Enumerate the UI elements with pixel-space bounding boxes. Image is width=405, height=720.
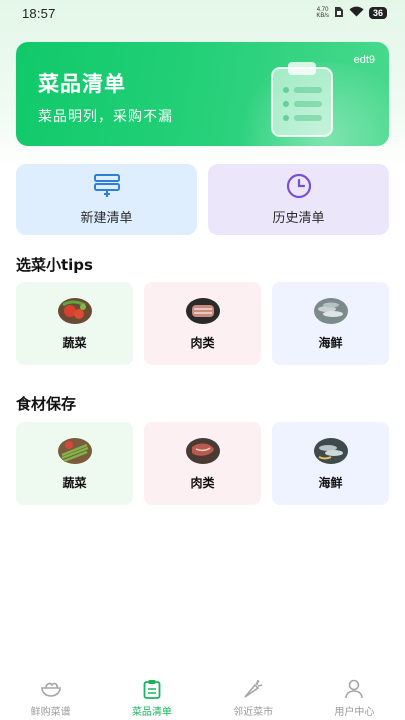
- banner-code: edt9: [353, 54, 375, 66]
- status-indicators: 4.70 KB/s 36: [316, 6, 387, 21]
- clock-icon: [286, 173, 312, 199]
- tips-tile-seafood-label: 海鲜: [318, 336, 343, 350]
- seafood-storage-photo-icon: [313, 437, 349, 465]
- sim-icon: [334, 6, 344, 21]
- network-speed: 4.70 KB/s: [316, 7, 329, 19]
- meat-storage-photo-icon: [185, 437, 221, 465]
- status-bar: 18:57 4.70 KB/s 36: [0, 0, 405, 26]
- nav-item-user-center[interactable]: 用户中心: [304, 672, 405, 720]
- hero-banner: 菜品清单 菜品明列，采购不漏 edt9: [16, 42, 389, 146]
- banner-title: 菜品清单: [38, 72, 126, 96]
- clipboard-icon: [143, 678, 161, 700]
- network-speed-unit: KB/s: [316, 13, 329, 19]
- nav-label-nearby-market: 邻近菜市: [233, 707, 274, 718]
- bowl-icon: [40, 678, 62, 700]
- tips-tile-seafood[interactable]: 海鲜: [272, 282, 389, 365]
- tips-tile-meat-label: 肉类: [190, 336, 215, 350]
- bottom-nav: 鲜购菜谱 菜品清单 邻近菜市 用户中心: [0, 672, 405, 720]
- storage-tile-seafood[interactable]: 海鲜: [272, 422, 389, 505]
- nav-label-dish-list: 菜品清单: [131, 707, 172, 718]
- storage-tile-meat[interactable]: 肉类: [144, 422, 261, 505]
- history-list-button[interactable]: 历史清单: [208, 164, 389, 235]
- carrot-icon: [242, 678, 264, 700]
- new-list-button[interactable]: 新建清单: [16, 164, 197, 235]
- status-time: 18:57: [22, 5, 56, 21]
- banner-subtitle: 菜品明列，采购不漏: [38, 109, 173, 125]
- user-icon: [344, 678, 364, 700]
- storage-tile-vegetables[interactable]: 蔬菜: [16, 422, 133, 505]
- tips-section-title: 选菜小tips: [16, 256, 93, 274]
- nav-item-dish-list[interactable]: 菜品清单: [101, 672, 202, 720]
- nav-label-recipes: 鲜购菜谱: [30, 707, 71, 718]
- seafood-photo-icon: [313, 297, 349, 325]
- battery-icon: 36: [368, 7, 387, 19]
- storage-tile-meat-label: 肉类: [190, 476, 215, 490]
- history-list-label: 历史清单: [272, 211, 325, 226]
- tips-tile-vegetables-label: 蔬菜: [62, 336, 87, 350]
- vegetables-photo-icon: [57, 297, 93, 325]
- storage-tile-seafood-label: 海鲜: [318, 476, 343, 490]
- meat-photo-icon: [185, 297, 221, 325]
- new-list-label: 新建清单: [80, 211, 133, 226]
- storage-tile-vegetables-label: 蔬菜: [62, 476, 87, 490]
- clipboard-illustration-icon: [266, 60, 338, 142]
- storage-section-title: 食材保存: [16, 395, 77, 413]
- wifi-icon: [349, 6, 364, 20]
- nav-item-nearby-market[interactable]: 邻近菜市: [203, 672, 304, 720]
- nav-label-user-center: 用户中心: [334, 707, 375, 718]
- tips-tile-meat[interactable]: 肉类: [144, 282, 261, 365]
- tips-tile-vegetables[interactable]: 蔬菜: [16, 282, 133, 365]
- vegetables-storage-photo-icon: [57, 437, 93, 465]
- nav-item-recipes[interactable]: 鲜购菜谱: [0, 672, 101, 720]
- new-list-icon: [93, 173, 120, 199]
